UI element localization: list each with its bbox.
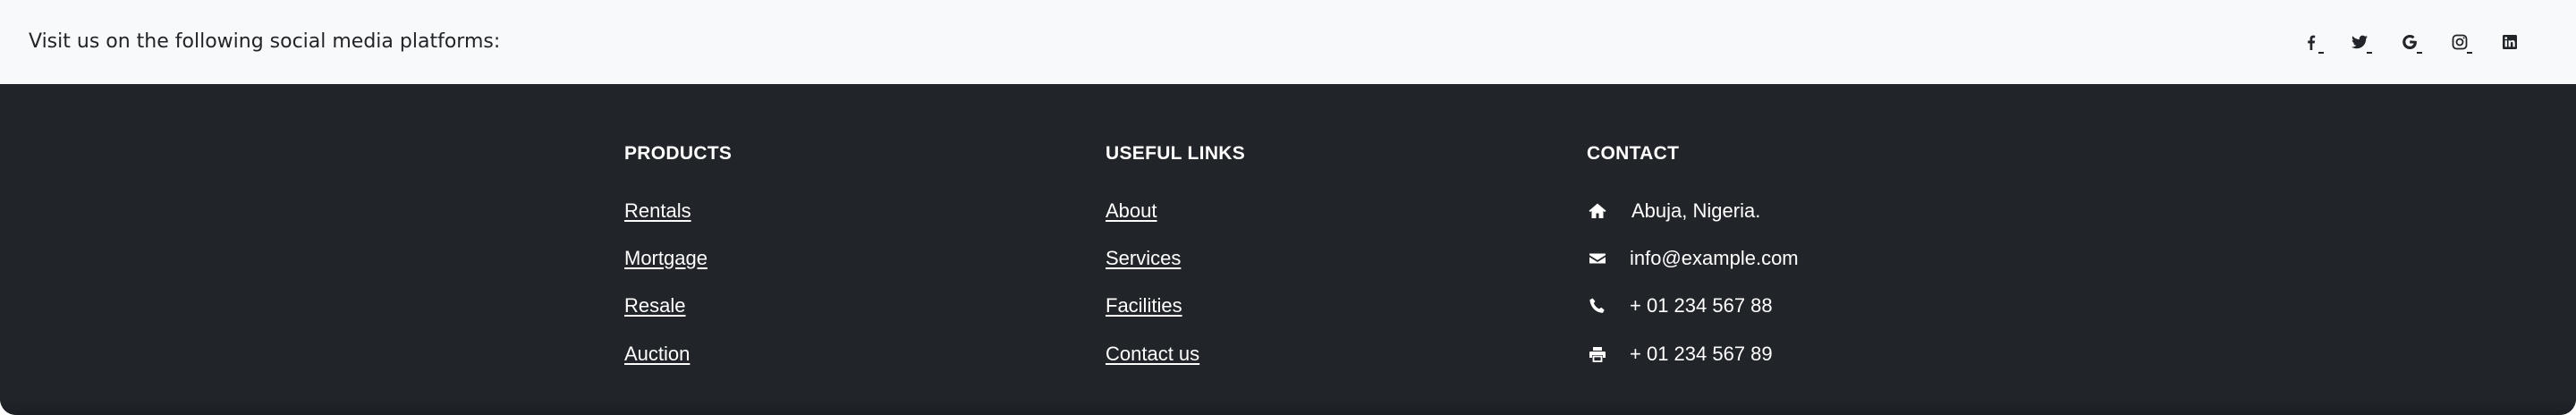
instagram-link-underline [2467, 52, 2472, 54]
useful-link-contact-us[interactable]: Contact us [1106, 343, 1199, 365]
contact-address-text: Abuja, Nigeria. [1631, 199, 1761, 222]
instagram-link[interactable] [2445, 28, 2474, 56]
useful-link-about[interactable]: About [1106, 199, 1157, 222]
products-link-resale[interactable]: Resale [624, 294, 685, 317]
products-column: PRODUCTS Rentals Mortgage Resale Auction [624, 141, 733, 365]
google-icon [2402, 35, 2417, 49]
contact-column: CONTACT Abuja, Nigeria. info@example.com [1587, 141, 1799, 365]
list-item: Auction [624, 340, 690, 368]
products-link-auction[interactable]: Auction [624, 343, 690, 365]
home-icon [1587, 200, 1608, 222]
google-link-underline [2417, 52, 2422, 54]
print-icon [1587, 343, 1608, 365]
contact-phone-text: + 01 234 567 88 [1630, 294, 1773, 317]
list-item: About [1106, 197, 1157, 225]
phone-icon [1587, 295, 1608, 317]
contact-heading: CONTACT [1587, 143, 1680, 164]
twitter-link[interactable] [2345, 28, 2374, 56]
google-link[interactable] [2395, 28, 2424, 56]
linkedin-link[interactable] [2496, 28, 2524, 56]
social-media-prompt: Visit us on the following social media p… [29, 30, 501, 53]
instagram-icon [2452, 34, 2468, 50]
footer: PRODUCTS Rentals Mortgage Resale Auction… [0, 84, 2576, 415]
envelope-icon [1587, 248, 1608, 269]
useful-link-services[interactable]: Services [1106, 247, 1181, 269]
facebook-link-underline [2318, 52, 2324, 54]
products-heading: PRODUCTS [624, 143, 733, 164]
list-item: Mortgage [624, 244, 708, 273]
list-item: Rentals [624, 197, 691, 225]
list-item: Facilities [1106, 292, 1182, 320]
social-media-bar: Visit us on the following social media p… [0, 0, 2576, 84]
facebook-link[interactable] [2297, 28, 2326, 56]
products-link-rentals[interactable]: Rentals [624, 199, 691, 222]
footer-bottom-shade [0, 399, 2576, 415]
contact-email-text: info@example.com [1630, 247, 1799, 269]
useful-links-column: USEFUL LINKS About Services Facilities C… [1106, 141, 1246, 365]
twitter-icon [2351, 35, 2368, 49]
linkedin-icon [2503, 35, 2517, 49]
list-item: Contact us [1106, 340, 1199, 368]
list-item: Resale [624, 292, 685, 320]
useful-links-heading: USEFUL LINKS [1106, 143, 1246, 164]
contact-fax-text: + 01 234 567 89 [1630, 343, 1773, 365]
products-link-mortgage[interactable]: Mortgage [624, 247, 708, 269]
twitter-link-underline [2367, 52, 2372, 54]
list-item: Services [1106, 244, 1181, 273]
facebook-icon [2308, 35, 2316, 50]
useful-link-facilities[interactable]: Facilities [1106, 294, 1182, 317]
